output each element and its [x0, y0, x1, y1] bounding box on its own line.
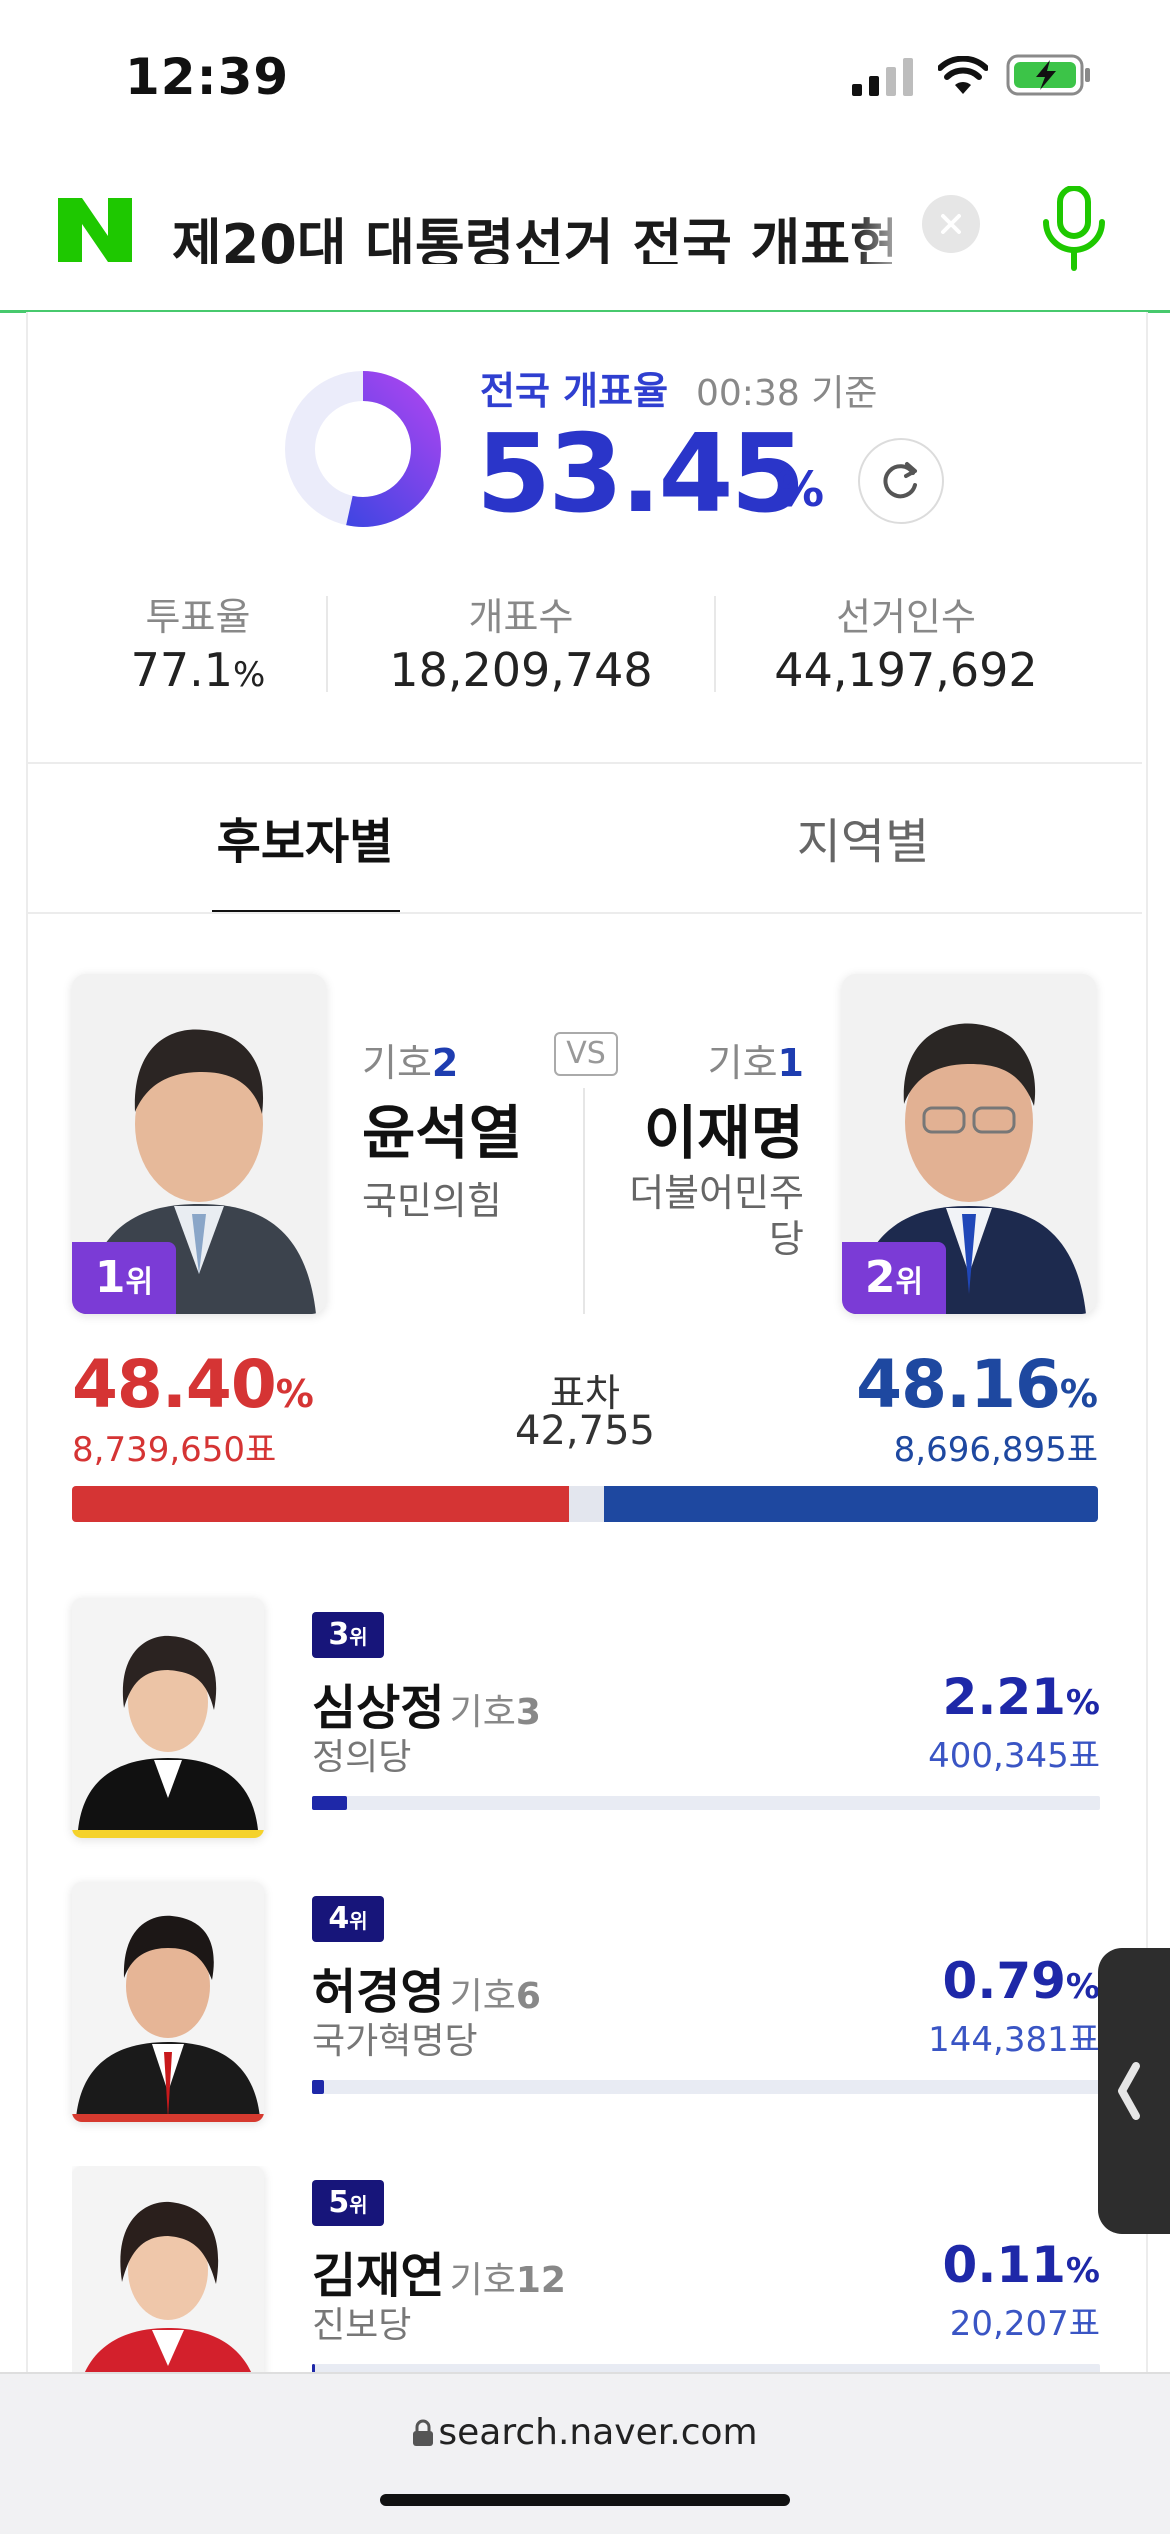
- side-drawer-handle[interactable]: [1098, 1948, 1170, 2234]
- candidate-portrait: [72, 1598, 264, 1838]
- rank-badge: 5위: [312, 2180, 384, 2226]
- share-bar: [312, 2364, 1100, 2372]
- list-item[interactable]: 5위 김재연 기호12 진보당 0.11% 20,207표: [72, 2166, 1100, 2372]
- naver-logo-icon[interactable]: [58, 198, 132, 262]
- candidate-votes: 144,381표: [928, 2020, 1100, 2060]
- microphone-icon[interactable]: [1038, 186, 1110, 272]
- candidate-votes: 400,345표: [928, 1736, 1100, 1776]
- cellular-signal-icon: [852, 58, 913, 96]
- candidate-name[interactable]: 이재명: [604, 1086, 804, 1170]
- url-text: search.naver.com: [438, 2412, 758, 2453]
- rank-badge: 1위: [72, 1242, 176, 1314]
- candidate-photo-1st[interactable]: 1위: [72, 974, 326, 1314]
- vote-share-bar: [72, 1486, 1098, 1522]
- stat-divider: [326, 596, 328, 692]
- count-rate-donut: [285, 371, 441, 527]
- right-share-fill: [604, 1486, 1098, 1522]
- candidate-party: 더불어민주 당: [629, 1171, 804, 1261]
- wifi-icon: [938, 56, 988, 94]
- candidate-number: 기호2: [362, 1041, 459, 1085]
- vote-diff-value: 42,755: [515, 1408, 655, 1454]
- stat-value: 44,197,692: [774, 643, 1038, 697]
- candidate-party: 진보당: [312, 2305, 412, 2346]
- stat-label: 선거인수: [836, 595, 976, 639]
- chevron-left-icon: [1118, 2062, 1140, 2120]
- candidate-party: 국민의힘: [362, 1179, 502, 1223]
- stat-label: 개표수: [468, 595, 574, 639]
- candidate-percent: 0.11%: [942, 2236, 1100, 2294]
- candidate-votes: 20,207표: [949, 2304, 1100, 2344]
- status-time: 12:39: [125, 48, 290, 106]
- electorate-stat: 선거인수 44,197,692: [748, 586, 1064, 697]
- lock-icon: [413, 2419, 434, 2446]
- candidate-party: 국가혁명당: [312, 2021, 478, 2062]
- stat-value: 77.1%: [130, 643, 266, 697]
- rank-badge: 2위: [842, 1242, 946, 1314]
- stat-value: 18,209,748: [389, 643, 653, 697]
- candidate-percent: 0.79%: [942, 1952, 1100, 2010]
- clear-search-button[interactable]: [922, 195, 980, 253]
- rank-badge: 4위: [312, 1896, 384, 1942]
- candidate-photo: [72, 2166, 264, 2372]
- count-rate-title: 전국 개표율: [480, 369, 669, 413]
- refresh-icon: [883, 462, 917, 499]
- tabs-divider: [28, 912, 1142, 914]
- browser-bottom-bar: [0, 2372, 1170, 2534]
- share-fill: [312, 1796, 347, 1810]
- candidate-photo-2nd[interactable]: 2위: [842, 974, 1096, 1314]
- right-candidate-votes: 8,696,895표: [893, 1430, 1098, 1470]
- tab-by-region[interactable]: 지역별: [718, 802, 1008, 872]
- candidate-name[interactable]: 윤석열: [362, 1086, 522, 1170]
- candidate-portrait: [72, 2166, 264, 2372]
- search-input[interactable]: 제20대 대통령선거 전국 개표현황: [172, 200, 892, 264]
- right-candidate-percent: 48.16%: [856, 1346, 1098, 1423]
- left-candidate-percent: 48.40%: [72, 1346, 314, 1423]
- share-fill: [312, 2080, 324, 2094]
- candidate-number: 기호1: [707, 1041, 804, 1085]
- candidate-party: 정의당: [312, 1737, 412, 1778]
- stat-label: 투표율: [145, 595, 251, 639]
- rank-badge: 3위: [312, 1612, 384, 1658]
- candidate-percent: 2.21%: [942, 1668, 1100, 1726]
- counted-votes-stat: 개표수 18,209,748: [366, 586, 676, 697]
- battery-charging-icon: [1006, 54, 1090, 96]
- count-rate-unit: %: [776, 462, 825, 518]
- party-color-strip: [72, 1830, 264, 1838]
- share-fill: [312, 2364, 315, 2372]
- status-bar: 12:39: [0, 0, 1170, 140]
- section-divider: [28, 762, 1142, 764]
- count-rate-time: 00:38 기준: [696, 373, 878, 414]
- tab-by-candidate[interactable]: 후보자별: [160, 802, 450, 872]
- stat-divider: [714, 596, 716, 692]
- count-rate-value: 53.45: [476, 412, 806, 537]
- list-item[interactable]: 4위 허경영 기호6 국가혁명당 0.79% 144,381표: [72, 1882, 1100, 2122]
- left-candidate-votes: 8,739,650표: [72, 1430, 277, 1470]
- turnout-stat: 투표율 77.1%: [48, 586, 348, 697]
- party-color-strip: [72, 2114, 264, 2122]
- vs-badge: VS: [554, 1032, 618, 1076]
- candidate-portrait: [72, 1882, 264, 2122]
- refresh-button[interactable]: [858, 438, 944, 524]
- left-share-fill: [72, 1486, 569, 1522]
- share-bar: [312, 1796, 1100, 1810]
- query-fade: [852, 196, 922, 268]
- candidate-photo: [72, 1882, 264, 2122]
- home-indicator[interactable]: [380, 2494, 790, 2506]
- address-bar[interactable]: search.naver.com: [0, 2412, 1170, 2453]
- candidate-photo: [72, 1598, 264, 1838]
- share-bar: [312, 2080, 1100, 2094]
- close-icon: [941, 214, 961, 234]
- list-item[interactable]: 3위 심상정 기호3 정의당 2.21% 400,345표: [72, 1598, 1100, 1838]
